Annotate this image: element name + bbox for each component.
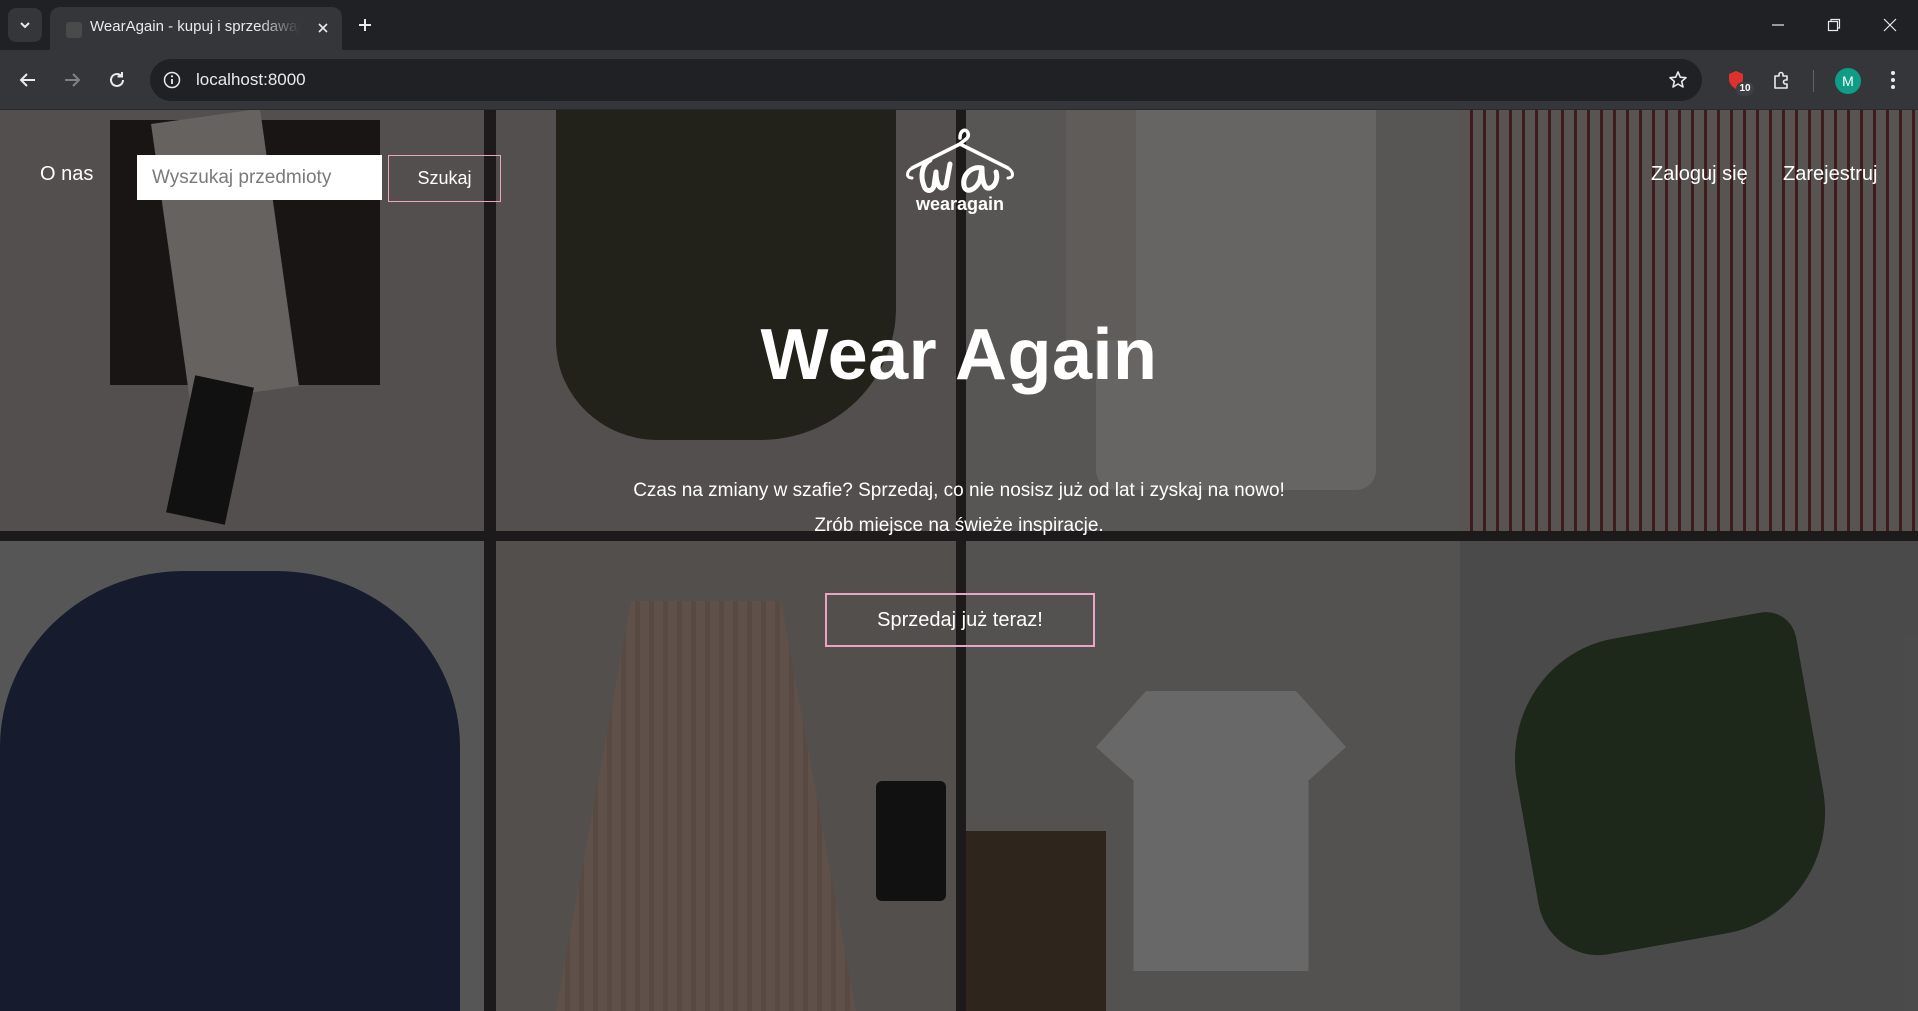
new-tab-button[interactable] — [350, 10, 380, 40]
reload-button[interactable] — [99, 62, 135, 98]
address-bar[interactable]: localhost:8000 — [150, 59, 1702, 101]
restore-button[interactable] — [1814, 8, 1854, 42]
site-info-icon[interactable] — [160, 68, 184, 92]
browser-tab-bar: WearAgain - kupuj i sprzedawaj — [0, 0, 1918, 50]
toolbar-divider — [1813, 70, 1814, 92]
close-icon — [1883, 18, 1897, 32]
browser-toolbar: localhost:8000 10 M — [0, 50, 1918, 110]
hanger-logo-icon — [906, 128, 1014, 193]
tab-title: WearAgain - kupuj i sprzedawaj — [90, 18, 300, 35]
forward-button[interactable] — [54, 62, 90, 98]
hero-subtitle-line-2: Zrób miejsce na świeże inspiracje. — [814, 515, 1104, 536]
back-button[interactable] — [10, 62, 46, 98]
extension-shield-button[interactable]: 10 — [1718, 62, 1754, 98]
profile-avatar[interactable]: M — [1835, 68, 1861, 94]
extension-badge: 10 — [1736, 82, 1754, 96]
minimize-button[interactable] — [1758, 8, 1798, 42]
minimize-icon — [1772, 24, 1784, 26]
arrow-left-icon — [19, 73, 35, 87]
extensions-button[interactable] — [1763, 62, 1799, 98]
close-window-button[interactable] — [1870, 8, 1910, 42]
nav-about-link[interactable]: O nas — [40, 163, 93, 186]
wearagain-logo[interactable]: wearagain — [900, 124, 1020, 224]
chevron-down-icon — [20, 22, 30, 29]
browser-menu-button[interactable] — [1875, 62, 1911, 98]
tab-search-button[interactable] — [8, 8, 42, 42]
logo-text: wearagain — [915, 194, 1005, 214]
active-tab[interactable]: WearAgain - kupuj i sprzedawaj — [50, 7, 342, 50]
hero-subtitle-line-1: Czas na zmiany w szafie? Sprzedaj, co ni… — [633, 480, 1285, 501]
plus-icon — [359, 19, 371, 31]
search-button[interactable]: Szukaj — [388, 155, 501, 202]
reload-icon — [110, 72, 124, 87]
nav-register-link[interactable]: Zarejestruj — [1783, 163, 1877, 186]
tab-close-button[interactable] — [312, 17, 334, 39]
sell-now-button[interactable]: Sprzedaj już teraz! — [825, 593, 1095, 647]
page-viewport: O nas Szukaj wearagain Zaloguj się Zarej… — [0, 110, 1918, 1011]
favicon-icon — [66, 22, 82, 38]
nav-login-link[interactable]: Zaloguj się — [1651, 163, 1748, 186]
arrow-right-icon — [65, 73, 81, 87]
bookmark-star-icon[interactable] — [1666, 68, 1690, 92]
restore-icon — [1827, 18, 1841, 32]
close-icon — [318, 23, 328, 33]
puzzle-icon — [1774, 71, 1788, 89]
more-vertical-icon — [1891, 71, 1895, 89]
hero-title: Wear Again — [760, 315, 1158, 395]
url-text: localhost:8000 — [196, 70, 306, 89]
search-input[interactable] — [137, 155, 382, 200]
dark-overlay — [0, 110, 1918, 1011]
